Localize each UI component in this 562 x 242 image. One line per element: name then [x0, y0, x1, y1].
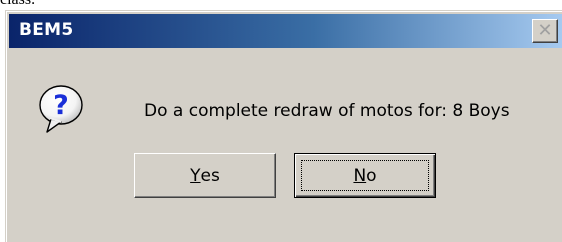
- no-button[interactable]: No: [294, 153, 436, 198]
- yes-button-label: es: [200, 165, 220, 186]
- yes-button[interactable]: Yes: [134, 153, 276, 198]
- svg-text:?: ?: [53, 90, 69, 121]
- dialog-message: Do a complete redraw of motos for: 8 Boy…: [144, 101, 510, 121]
- message-dialog: BEM5 ✕ ? Do a complete redraw of motos f…: [5, 10, 562, 242]
- close-button[interactable]: ✕: [532, 19, 558, 43]
- title-bar[interactable]: BEM5 ✕: [9, 14, 562, 48]
- close-icon: ✕: [537, 20, 553, 41]
- focus-ring: [301, 160, 429, 191]
- window-title: BEM5: [19, 20, 74, 40]
- question-icon: ?: [39, 85, 83, 133]
- yes-button-mnemonic: Y: [190, 165, 201, 186]
- background-text: class.: [0, 0, 35, 9]
